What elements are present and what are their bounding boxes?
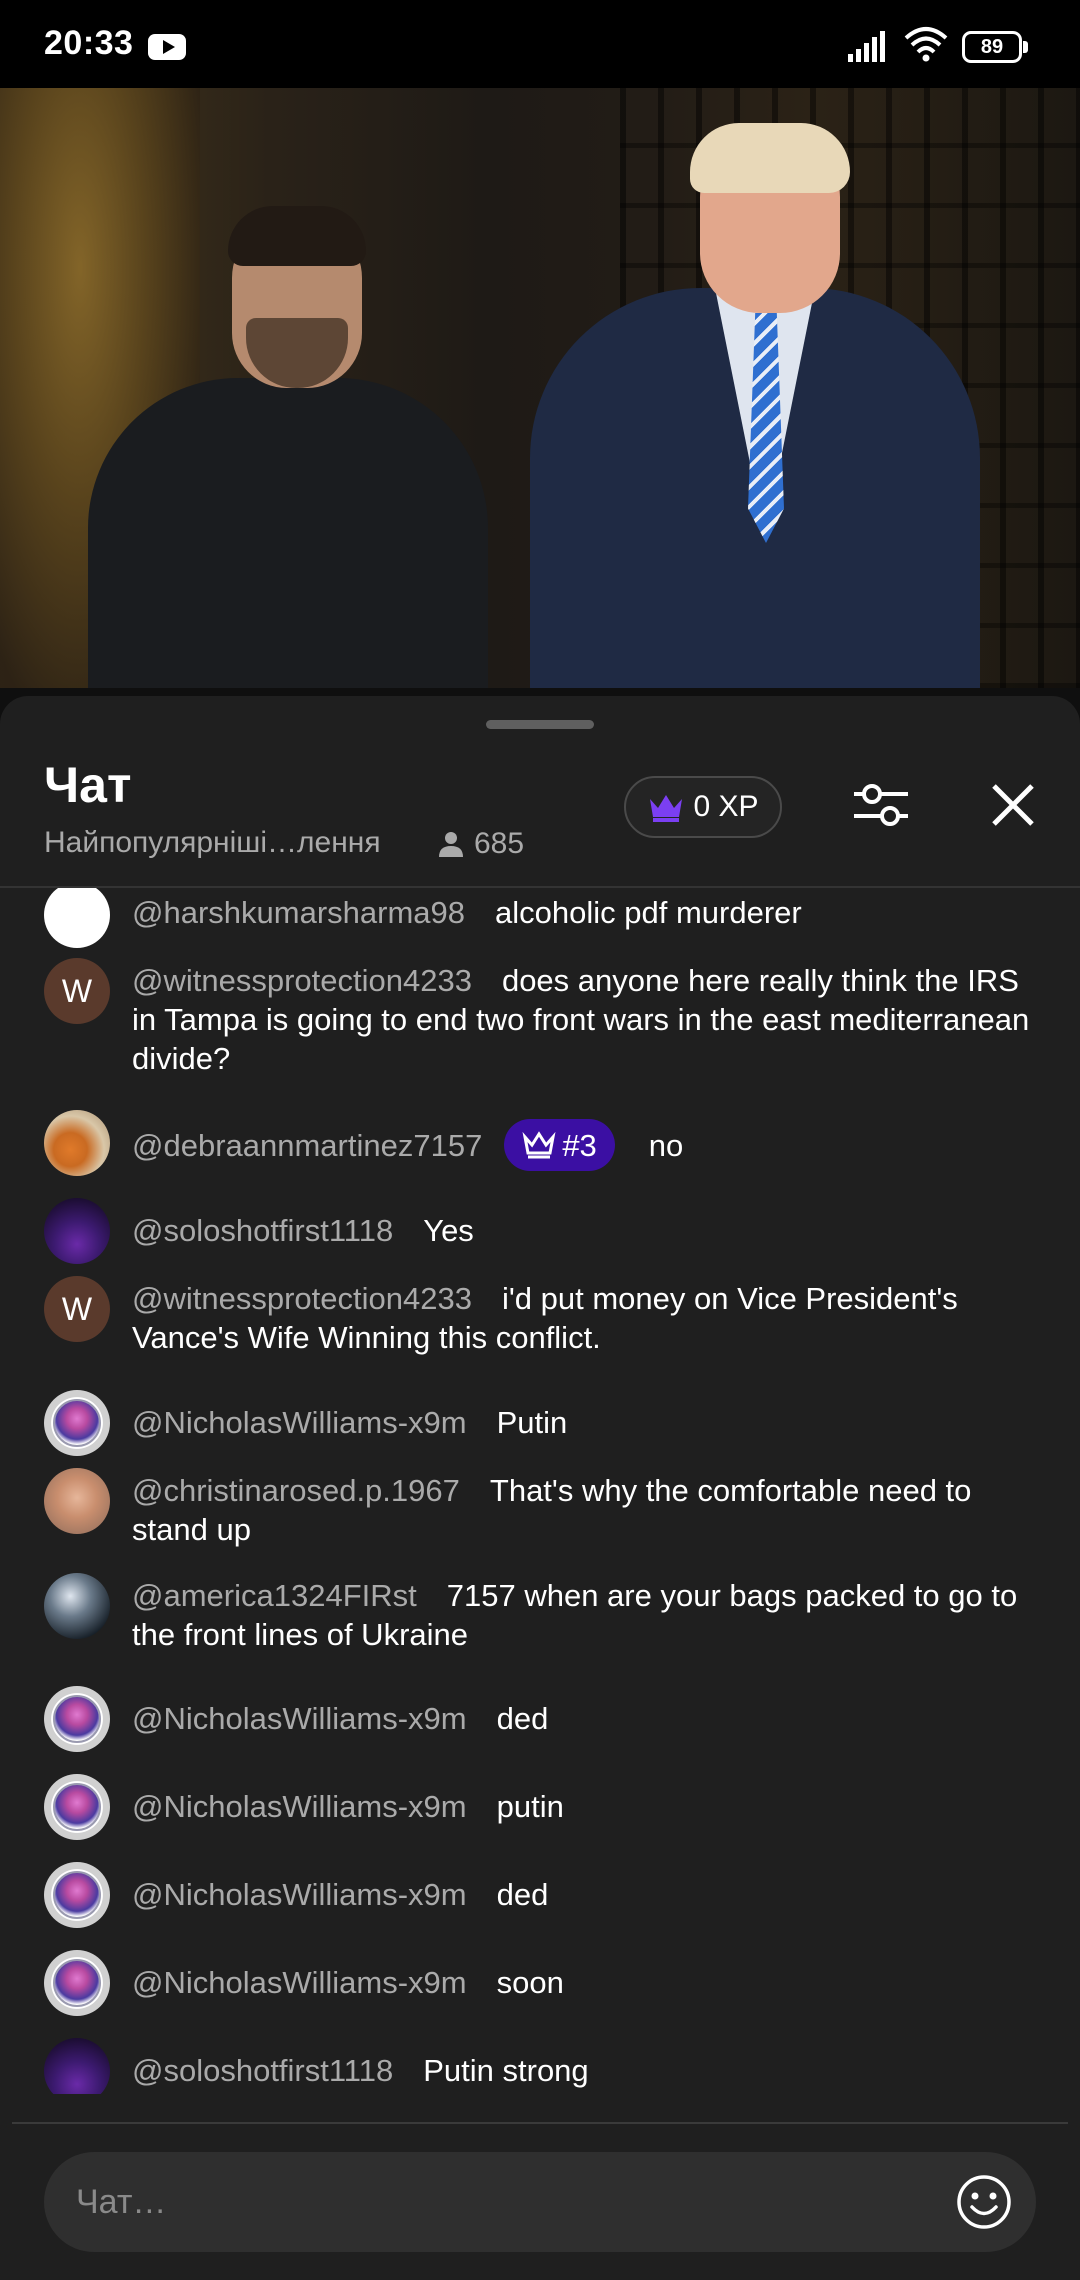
- xp-label: 0 XP: [693, 790, 759, 823]
- avatar[interactable]: [44, 1774, 110, 1840]
- video-person-right-hair: [690, 123, 850, 193]
- message-author[interactable]: @witnessprotection4233: [132, 963, 472, 998]
- rank-badge: #3: [504, 1119, 615, 1171]
- message-author[interactable]: @harshkumarsharma98: [132, 895, 465, 930]
- message-body: @NicholasWilliams-x9m Putin: [132, 1403, 1032, 1442]
- message-body: @soloshotfirst1118 Putin strong: [132, 2051, 1032, 2090]
- input-divider: [12, 2122, 1068, 2124]
- avatar[interactable]: [44, 1110, 110, 1176]
- viewer-count-value: 685: [474, 827, 525, 860]
- message-body: @debraannmartinez7157 #3 no: [132, 1119, 1032, 1174]
- video-player[interactable]: [0, 88, 1080, 688]
- avatar[interactable]: [44, 1950, 110, 2016]
- message-body: @NicholasWilliams-x9m ded: [132, 1699, 1032, 1738]
- wifi-icon: [904, 27, 948, 62]
- message-body: @america1324FIRst 7157 when are your bags…: [132, 1576, 1032, 1654]
- video-person-left: [88, 378, 488, 688]
- message-author[interactable]: @debraannmartinez7157: [132, 1128, 482, 1163]
- message-body: @harshkumarsharma98 alcoholic pdf murdere…: [132, 893, 1032, 932]
- message-author[interactable]: @soloshotfirst1118: [132, 2053, 393, 2088]
- video-person-left-hair: [228, 206, 366, 266]
- message-text: ded: [496, 1877, 549, 1912]
- message-text: no: [648, 1128, 684, 1164]
- avatar[interactable]: [44, 888, 110, 948]
- message-body: @NicholasWilliams-x9m putin: [132, 1787, 1032, 1826]
- chat-message-list[interactable]: @harshkumarsharma98 alcoholic pdf murdere…: [0, 888, 1080, 2094]
- chat-mode-selector[interactable]: Найпопулярніші…лення: [44, 826, 381, 860]
- avatar[interactable]: W: [44, 958, 110, 1024]
- avatar[interactable]: [44, 1468, 110, 1534]
- message-author[interactable]: @NicholasWilliams-x9m: [132, 1965, 467, 2000]
- signal-icon: [848, 31, 885, 62]
- status-time: 20:33: [44, 24, 134, 62]
- message-author[interactable]: @NicholasWilliams-x9m: [132, 1701, 467, 1736]
- chat-title: Чат: [44, 757, 132, 813]
- message-body: @NicholasWilliams-x9m soon: [132, 1963, 1032, 2002]
- message-author[interactable]: @witnessprotection4233: [132, 1281, 472, 1316]
- crown-icon: [650, 795, 683, 822]
- message-body: @soloshotfirst1118 Yes: [132, 1211, 1032, 1250]
- avatar[interactable]: [44, 2038, 110, 2094]
- message-text: alcoholic pdf murderer: [495, 895, 802, 930]
- message-text: Putin: [496, 1405, 568, 1440]
- avatar[interactable]: W: [44, 1276, 110, 1342]
- battery-level: 89: [980, 36, 1004, 58]
- message-text: ded: [496, 1701, 549, 1736]
- close-icon[interactable]: [980, 772, 1046, 838]
- chat-panel: Чат Найпопулярніші…лення 685 0 XP @harsh…: [0, 696, 1080, 2280]
- emoji-icon[interactable]: [956, 2174, 1012, 2230]
- avatar[interactable]: [44, 1862, 110, 1928]
- rank-badge-label: #3: [562, 1127, 597, 1163]
- chat-input[interactable]: [76, 2152, 956, 2252]
- message-author[interactable]: @NicholasWilliams-x9m: [132, 1877, 467, 1912]
- viewer-count: 685: [436, 824, 524, 864]
- message-text: Putin strong: [423, 2053, 589, 2088]
- xp-button[interactable]: 0 XP: [624, 776, 782, 838]
- message-author[interactable]: @NicholasWilliams-x9m: [132, 1405, 467, 1440]
- crown-icon: [522, 1131, 556, 1159]
- person-icon: [439, 832, 463, 857]
- avatar[interactable]: [44, 1198, 110, 1264]
- avatar[interactable]: [44, 1390, 110, 1456]
- battery-icon: 89: [962, 31, 1028, 63]
- message-text: soon: [496, 1965, 564, 2000]
- chat-input-container[interactable]: [44, 2152, 1036, 2252]
- message-author[interactable]: @christinarosed.p.1967: [132, 1473, 460, 1508]
- message-body: @witnessprotection4233 i'd put money on V…: [132, 1279, 1032, 1357]
- avatar[interactable]: [44, 1573, 110, 1639]
- message-author[interactable]: @america1324FIRst: [132, 1578, 417, 1613]
- message-body: @NicholasWilliams-x9m ded: [132, 1875, 1032, 1914]
- avatar[interactable]: [44, 1686, 110, 1752]
- youtube-icon: [148, 34, 186, 60]
- message-body: @christinarosed.p.1967 That's why the com…: [132, 1471, 1032, 1549]
- message-body: @witnessprotection4233 does anyone here r…: [132, 961, 1032, 1078]
- drag-handle[interactable]: [486, 720, 594, 729]
- message-author[interactable]: @NicholasWilliams-x9m: [132, 1789, 467, 1824]
- status-bar: 20:33 89: [0, 0, 1080, 88]
- message-text: Yes: [423, 1213, 474, 1248]
- message-text: putin: [496, 1789, 564, 1824]
- message-author[interactable]: @soloshotfirst1118: [132, 1213, 393, 1248]
- filter-settings-icon[interactable]: [848, 772, 914, 838]
